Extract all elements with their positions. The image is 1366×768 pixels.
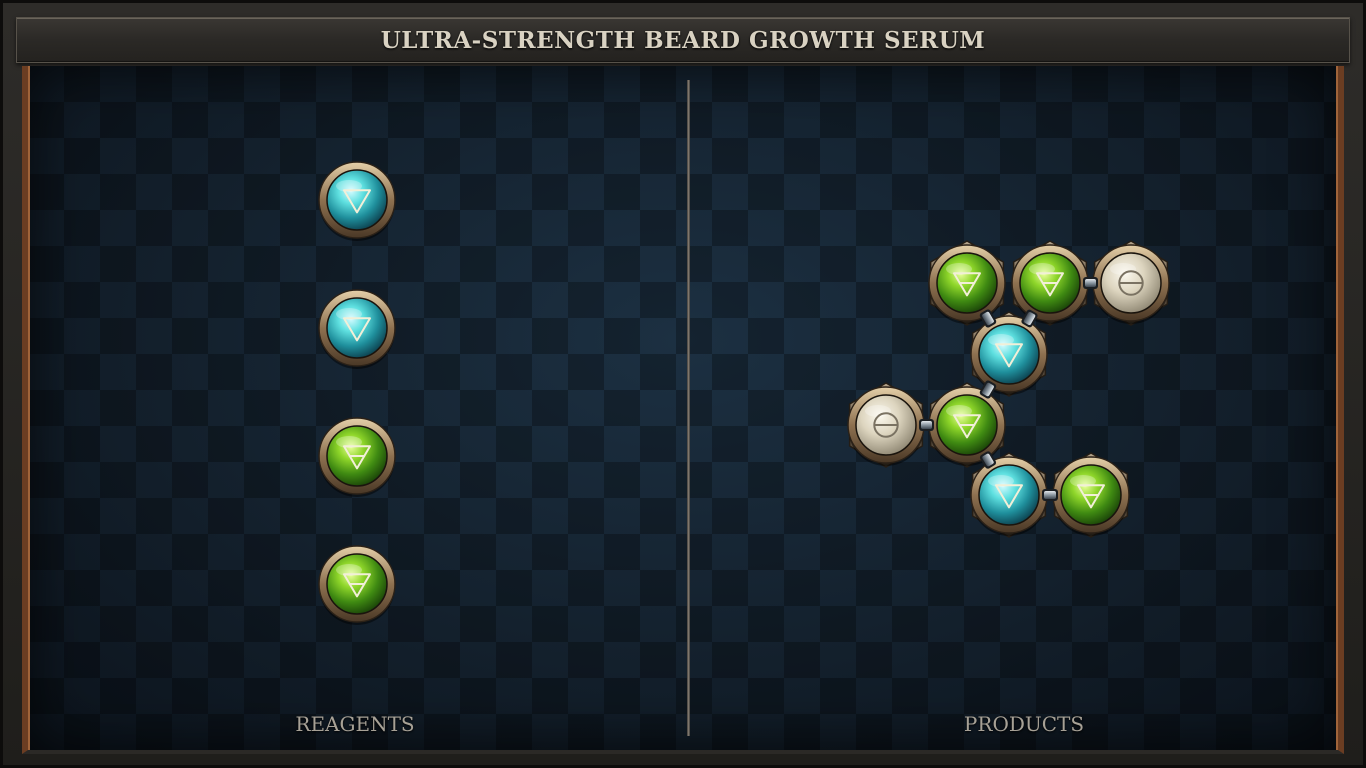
product-atom-earth[interactable] bbox=[1052, 456, 1130, 536]
product-atom-water[interactable] bbox=[970, 315, 1048, 395]
product-atom-salt[interactable] bbox=[847, 386, 925, 466]
reagent-atom-earth[interactable] bbox=[318, 545, 396, 625]
reagent-atom-water[interactable] bbox=[318, 289, 396, 369]
bond-connector bbox=[1042, 489, 1058, 501]
bond-connector bbox=[919, 419, 934, 431]
molecule-layer bbox=[318, 161, 1170, 625]
reagent-atom-water[interactable] bbox=[318, 161, 396, 241]
bond-connector bbox=[1083, 277, 1098, 289]
product-atom-salt[interactable] bbox=[1092, 244, 1170, 324]
reagent-atom-earth[interactable] bbox=[318, 417, 396, 497]
product-atom-earth[interactable] bbox=[928, 386, 1006, 466]
product-atom-earth[interactable] bbox=[928, 244, 1006, 324]
product-atom-water[interactable] bbox=[970, 456, 1048, 536]
product-atom-earth[interactable] bbox=[1011, 244, 1089, 324]
